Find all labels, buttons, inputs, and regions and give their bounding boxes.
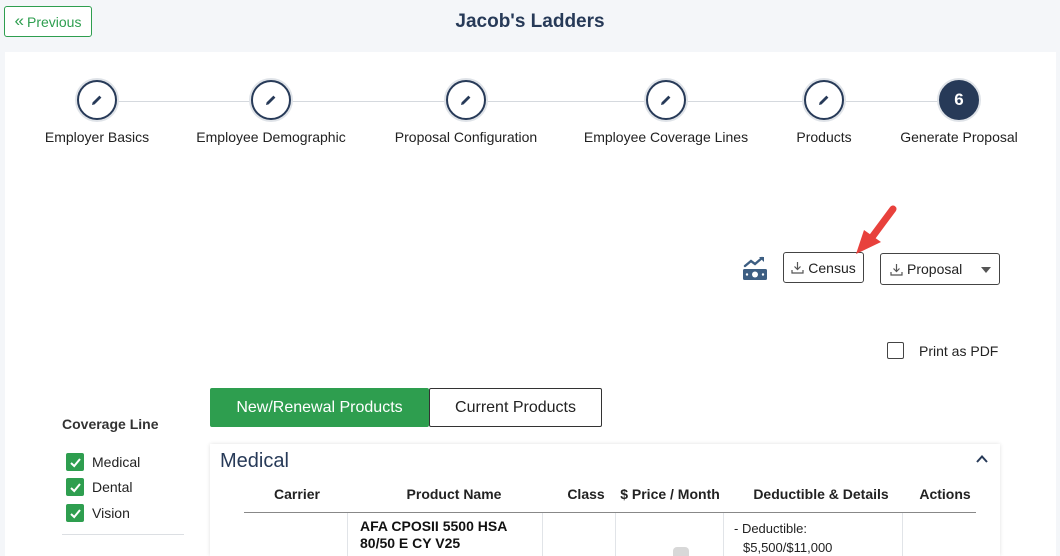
main-panel: Employer Basics Employee Demographic Pro… [5, 52, 1056, 556]
column-header-class: Class [567, 486, 605, 502]
medical-checkbox[interactable] [66, 453, 84, 471]
column-separator [723, 513, 724, 556]
red-arrow-icon [856, 205, 897, 254]
column-separator [347, 513, 348, 556]
print-as-pdf-option[interactable]: Print as PDF [887, 342, 998, 359]
step-label: Generate Proposal [900, 129, 1018, 145]
coverage-line-title: Coverage Line [62, 416, 159, 432]
price-placeholder-icon [673, 547, 689, 556]
dental-checkbox[interactable] [66, 478, 84, 496]
tab-current-products[interactable]: Current Products [429, 388, 602, 427]
deductible-cell: - Deductible: $5,500/$11,000 [734, 519, 832, 556]
step-circle[interactable] [251, 80, 291, 120]
wizard-stepper: Employer Basics Employee Demographic Pro… [5, 52, 1056, 162]
step-circle[interactable] [804, 80, 844, 120]
coverage-item-medical[interactable]: Medical [66, 453, 140, 471]
column-header-actions: Actions [919, 486, 971, 502]
coverage-item-label: Dental [92, 479, 133, 495]
step-circle-active[interactable]: 6 [939, 80, 979, 120]
step-proposal-configuration[interactable]: Proposal Configuration [376, 80, 556, 145]
step-circle[interactable] [646, 80, 686, 120]
column-header-carrier: Carrier [274, 486, 320, 502]
step-employee-demographic[interactable]: Employee Demographic [181, 80, 361, 145]
deductible-line: - Deductible: [734, 521, 807, 536]
medical-section-title: Medical [220, 450, 289, 472]
download-icon [890, 263, 903, 276]
step-circle[interactable] [446, 80, 486, 120]
coverage-item-label: Vision [92, 505, 130, 521]
step-circle[interactable] [77, 80, 117, 120]
step-label: Proposal Configuration [394, 129, 538, 145]
column-separator [902, 513, 903, 556]
checkmark-icon [69, 508, 81, 518]
checkmark-icon [69, 457, 81, 467]
column-separator [615, 513, 616, 556]
pencil-icon [92, 95, 102, 105]
coverage-divider [62, 534, 184, 535]
print-as-pdf-label: Print as PDF [919, 342, 999, 359]
step-label: Employer Basics [44, 129, 150, 145]
step-generate-proposal[interactable]: 6 Generate Proposal [869, 80, 1049, 145]
money-trend-icon[interactable] [741, 255, 769, 283]
tab-new-renewal-products[interactable]: New/Renewal Products [210, 388, 429, 427]
step-label: Employee Demographic [196, 129, 346, 145]
print-as-pdf-checkbox[interactable] [887, 342, 904, 359]
chevron-up-icon[interactable] [975, 452, 989, 466]
census-label: Census [808, 259, 856, 276]
coverage-item-label: Medical [92, 454, 141, 470]
column-header-deductible: Deductible & Details [753, 486, 889, 502]
checkmark-icon [69, 482, 81, 492]
pencil-icon [819, 95, 829, 105]
medical-products-card: Medical Carrier Product Name Class $ Pri… [210, 444, 1000, 556]
proposal-label: Proposal [907, 261, 963, 277]
coverage-item-dental[interactable]: Dental [66, 478, 132, 496]
pencil-icon [461, 95, 471, 105]
column-header-product-name: Product Name [406, 486, 502, 502]
table-header-rule [244, 512, 976, 513]
step-employer-basics[interactable]: Employer Basics [7, 80, 187, 145]
step-label: Employee Coverage Lines [583, 129, 749, 145]
column-header-price: $ Price / Month [620, 486, 720, 502]
page-title: Jacob's Ladders [455, 11, 605, 32]
caret-down-icon [981, 267, 991, 273]
pencil-icon [266, 95, 276, 105]
pencil-icon [661, 95, 671, 105]
vision-checkbox[interactable] [66, 504, 84, 522]
step-employee-coverage-lines[interactable]: Employee Coverage Lines [576, 80, 756, 145]
download-icon [791, 262, 804, 274]
deductible-value: $5,500/$11,000 [743, 540, 833, 555]
product-name-cell: AFA CPOSII 5500 HSA 80/50 E CY V25 [360, 518, 507, 551]
top-bar: « Previous Jacob's Ladders [0, 0, 1060, 46]
coverage-item-vision[interactable]: Vision [66, 504, 130, 522]
column-separator [542, 513, 543, 556]
